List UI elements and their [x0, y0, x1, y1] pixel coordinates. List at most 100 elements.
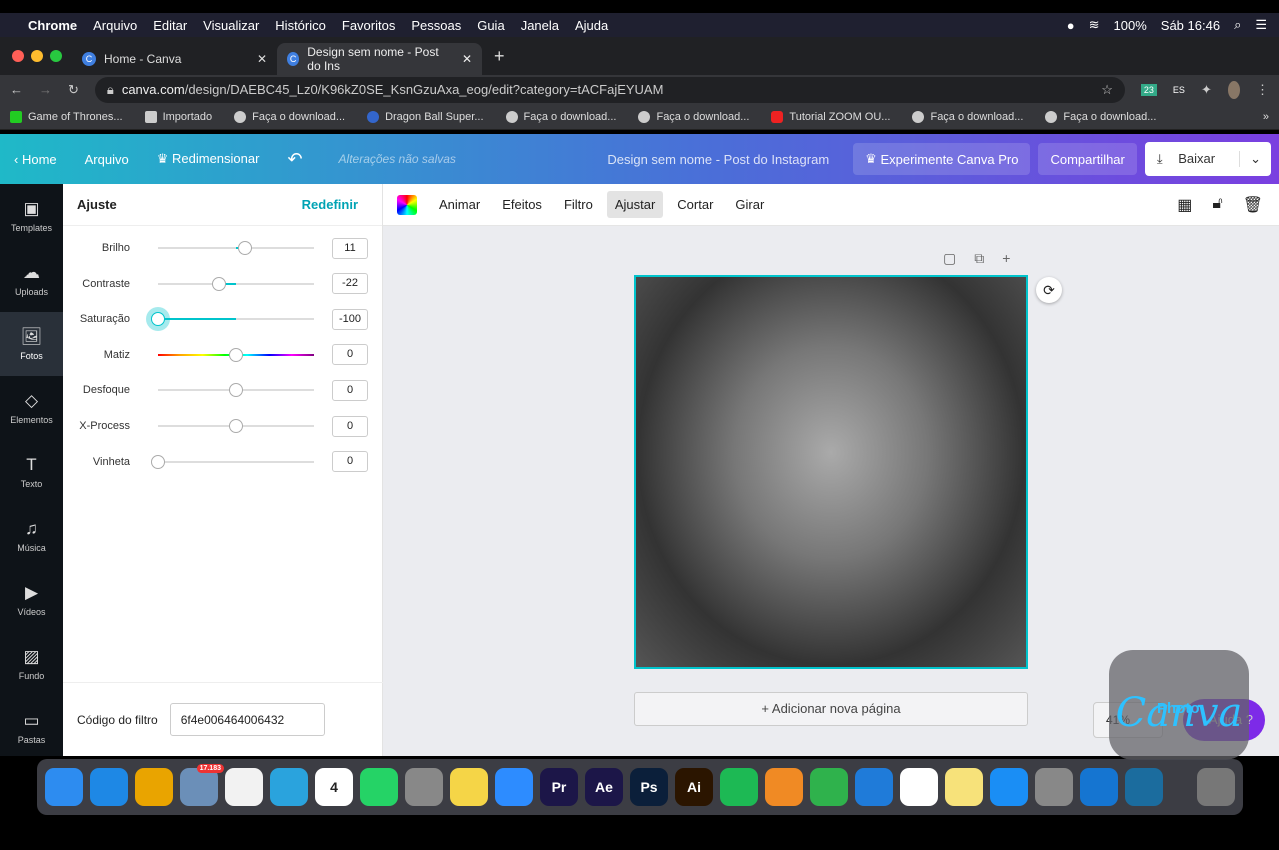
dock-app-zoom[interactable]	[495, 768, 533, 806]
rotate-icon[interactable]: ⟳	[1036, 277, 1062, 303]
bookmark[interactable]: Faça o download...	[1045, 110, 1156, 123]
undo-icon[interactable]: ↶	[273, 149, 316, 170]
dock-app-notes[interactable]	[945, 768, 983, 806]
search-icon[interactable]: ⌕	[1234, 17, 1241, 33]
minimize-window-button[interactable]	[31, 50, 43, 62]
trash-icon[interactable]: 🗑︎	[1243, 195, 1263, 215]
bookmark[interactable]: Game of Thrones...	[10, 110, 123, 123]
profile-avatar[interactable]	[1227, 80, 1240, 99]
slider-track[interactable]	[158, 383, 314, 398]
menu-editar[interactable]: Editar	[153, 18, 187, 33]
slider-track[interactable]	[158, 241, 314, 255]
slider-track[interactable]	[151, 312, 314, 327]
close-tab-icon[interactable]: ✕	[462, 52, 472, 66]
dock-app-chrome[interactable]	[135, 768, 173, 806]
menu-arquivo[interactable]: Arquivo	[93, 18, 137, 33]
slider-handle[interactable]	[151, 312, 165, 327]
note-icon[interactable]: ▢	[943, 250, 956, 267]
sidebar-item-pastas[interactable]: ▭ Pastas	[0, 696, 63, 760]
chevron-down-icon[interactable]: ⌄	[1239, 151, 1271, 167]
dock-app-pages[interactable]	[765, 768, 803, 806]
tab-design[interactable]: C Design sem nome - Post do Ins ✕	[277, 43, 482, 75]
dock-app-lixeira[interactable]	[1197, 768, 1235, 806]
bookmark[interactable]: Dragon Ball Super...	[367, 110, 484, 123]
sidebar-item-texto[interactable]: T Texto	[0, 440, 63, 504]
dock-app-xcode[interactable]	[1080, 768, 1118, 806]
dock-app-app-store[interactable]	[990, 768, 1028, 806]
menu-kebab-icon[interactable]: ⋮	[1256, 82, 1269, 98]
slider-value-input[interactable]: 0	[332, 451, 368, 473]
home-button[interactable]: ‹ Home	[0, 152, 71, 167]
bookmark[interactable]: Faça o download...	[234, 110, 345, 123]
duplicate-icon[interactable]: ⧉	[974, 250, 984, 267]
sidebar-item-templates[interactable]: ▣ Templates	[0, 184, 63, 248]
slider-value-input[interactable]: -100	[332, 308, 368, 330]
sidebar-item-uploads[interactable]: ☁ Uploads	[0, 248, 63, 312]
slider-value-input[interactable]: 0	[332, 379, 368, 401]
dock-app-notas[interactable]	[450, 768, 488, 806]
slider-track[interactable]	[158, 419, 314, 433]
record-icon[interactable]: ●	[1067, 18, 1075, 33]
sidebar-item-fotos[interactable]: 🖼 Fotos	[0, 312, 63, 376]
dock-app-premiere[interactable]: Pr	[540, 768, 578, 806]
forward-icon[interactable]: →	[39, 82, 52, 97]
bookmark[interactable]: Faça o download...	[912, 110, 1023, 123]
reset-button[interactable]: Redefinir	[302, 197, 358, 212]
sidebar-item-música[interactable]: ♫ Música	[0, 504, 63, 568]
sidebar-item-fundo[interactable]: ▨ Fundo	[0, 632, 63, 696]
dock-app-after-effects[interactable]: Ae	[585, 768, 623, 806]
bookmark-folder[interactable]: Importado	[144, 110, 212, 123]
slider-track[interactable]	[151, 454, 314, 469]
menu-favoritos[interactable]: Favoritos	[342, 18, 395, 33]
color-swatch[interactable]	[397, 194, 417, 215]
adjust-button[interactable]: Ajustar	[606, 191, 664, 218]
try-pro-button[interactable]: ♛ Experimente Canva Pro	[853, 143, 1031, 175]
slider-handle[interactable]	[238, 241, 253, 255]
dock-app-preferências[interactable]	[1035, 768, 1073, 806]
menu-ajuda[interactable]: Ajuda	[575, 18, 608, 33]
bookmark[interactable]: Faça o download...	[505, 110, 616, 123]
new-tab-button[interactable]: +	[494, 46, 505, 67]
resize-button[interactable]: ♛ Redimensionar	[143, 151, 274, 167]
dock-app-calculadora[interactable]	[405, 768, 443, 806]
effects-button[interactable]: Efeitos	[494, 191, 550, 218]
transparency-icon[interactable]: ▦	[1177, 195, 1192, 215]
slider-value-input[interactable]: 11	[332, 237, 368, 259]
dock-app-finder[interactable]	[45, 768, 83, 806]
burger-photo[interactable]	[634, 275, 1028, 669]
clock[interactable]: Sáb 16:46	[1161, 18, 1220, 33]
dock-app-photoshop[interactable]: Ps	[630, 768, 668, 806]
filter-code-input[interactable]: 6f4e006464006432	[169, 703, 325, 736]
dock-app-safari[interactable]	[90, 768, 128, 806]
menu-janela[interactable]: Janela	[521, 18, 559, 33]
crop-button[interactable]: Cortar	[669, 191, 721, 218]
menu-app[interactable]: Chrome	[28, 18, 77, 33]
dock-app-telegram[interactable]	[270, 768, 308, 806]
extension-es[interactable]: ES	[1173, 85, 1185, 95]
star-icon[interactable]: ☆	[1101, 82, 1113, 98]
slider-value-input[interactable]: 0	[332, 415, 368, 437]
back-icon[interactable]: ←	[10, 82, 23, 97]
sidebar-item-elementos[interactable]: ◇ Elementos	[0, 376, 63, 440]
slider-handle[interactable]	[211, 276, 226, 291]
dock-app-keynote[interactable]	[855, 768, 893, 806]
more-bookmarks-icon[interactable]: »	[1263, 111, 1269, 123]
slider-value-input[interactable]: -22	[332, 273, 368, 295]
close-window-button[interactable]	[12, 50, 24, 62]
tab-home-canva[interactable]: C Home - Canva ✕	[72, 43, 277, 75]
close-tab-icon[interactable]: ✕	[257, 52, 267, 66]
rotate-button[interactable]: Girar	[727, 191, 772, 218]
puzzle-icon[interactable]: ✦	[1201, 82, 1212, 98]
slider-track[interactable]	[158, 347, 314, 362]
reload-icon[interactable]: ↻	[68, 82, 79, 98]
file-menu-button[interactable]: Arquivo	[71, 152, 143, 167]
dock-app-mail[interactable]: 17.183	[180, 764, 224, 806]
add-icon[interactable]: +	[1002, 250, 1010, 267]
dock-app-calendário[interactable]: 4	[315, 768, 353, 806]
menu-visualizar[interactable]: Visualizar	[203, 18, 259, 33]
dock-app-numbers[interactable]	[810, 768, 848, 806]
lock-icon[interactable]: 🔓︎	[1212, 195, 1222, 215]
dock-app-illustrator[interactable]: Ai	[675, 768, 713, 806]
extension-badge[interactable]: 23	[1140, 83, 1157, 96]
battery-status[interactable]: 100%	[1114, 18, 1147, 33]
